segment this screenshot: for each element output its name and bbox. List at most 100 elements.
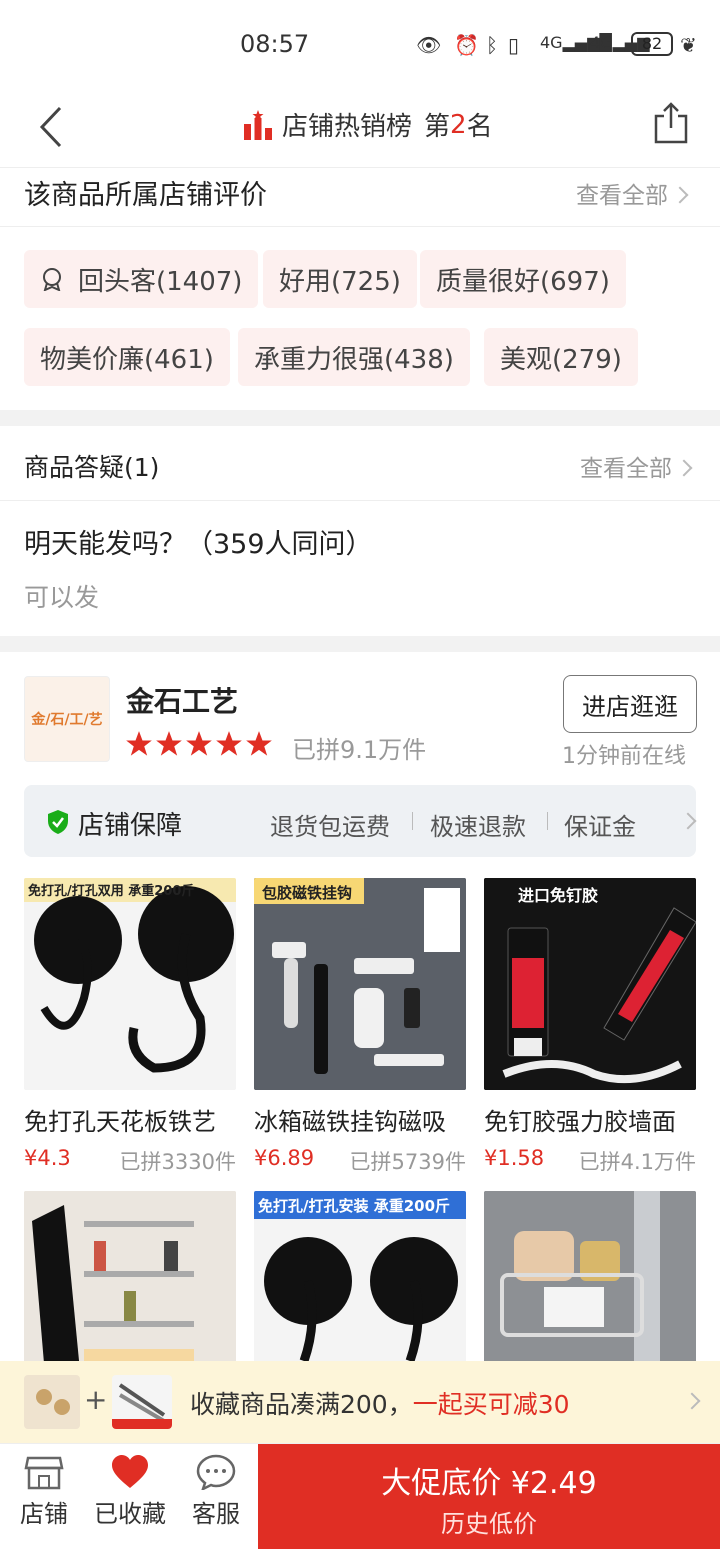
chevron-right-icon <box>671 186 689 204</box>
review-tag-label: 美观(279) <box>500 344 622 375</box>
store-online-status: 1分钟前在线 <box>562 744 686 769</box>
product-name: 冰箱磁铁挂钩磁吸 <box>254 1108 446 1136</box>
alarm-icon: ⏰ <box>454 33 479 57</box>
separator <box>412 812 413 830</box>
product-price: ¥4.3 <box>24 1146 71 1170</box>
product-image: 包胶磁铁挂钩 <box>254 878 466 1090</box>
guarantee-item: 退货包运费 <box>270 813 390 841</box>
product-banner: 进口免钉胶 <box>518 886 599 905</box>
bottom-action-bar: 店铺 已收藏 客服 大促底价 ¥2.49 历史低价 <box>0 1443 720 1549</box>
battery-icon: 82 <box>631 32 673 56</box>
enter-store-button[interactable]: 进店逛逛 <box>563 675 697 733</box>
promo-highlight: 一起买可减30 <box>412 1390 570 1419</box>
store-rating-stars <box>124 730 274 758</box>
review-tag-label: 承重力很强(438) <box>254 344 454 375</box>
reviews-view-all-label: 查看全部 <box>576 183 668 209</box>
favorite-tab-label: 已收藏 <box>94 1500 166 1528</box>
vibrate-icon: ▯ <box>508 33 520 57</box>
rank-suffix: 名 <box>466 112 493 142</box>
bluetooth-icon: ᛒ <box>486 33 498 57</box>
qa-answer: 可以发 <box>24 583 100 612</box>
chevron-right-icon <box>683 1392 701 1410</box>
plus-icon: + <box>84 1383 108 1416</box>
store-guarantee-bar[interactable]: 店铺保障 退货包运费 极速退款 保证金 <box>24 785 697 857</box>
star-icon <box>216 731 242 756</box>
store-tab-label: 店铺 <box>20 1500 68 1528</box>
section-divider <box>0 636 720 652</box>
store-name[interactable]: 金石工艺 <box>126 680 238 720</box>
rank-title[interactable]: 店铺热销榜 第2名 <box>244 106 493 143</box>
bundle-promo-bar[interactable]: + 收藏商品凑满200，一起买可减30 <box>0 1361 720 1443</box>
header: 店铺热销榜 第2名 <box>0 90 720 168</box>
promo-text: 收藏商品凑满200，一起买可减30 <box>190 1385 570 1421</box>
hook-image-icon <box>24 878 236 1073</box>
star-icon <box>126 731 152 756</box>
star-icon <box>156 731 182 756</box>
product-banner: 免打孔/打孔安装 承重200斤 <box>258 1197 451 1215</box>
status-bar: 08:57 👁 ⏰ ᛒ ▯ 4G▂▄▆█ 4G▂▄▆ 82 ❦ <box>0 0 720 90</box>
heart-icon <box>112 1455 148 1488</box>
chat-icon <box>196 1454 236 1490</box>
product-name: 免钉胶强力胶墙面 <box>484 1108 676 1136</box>
buy-button-subtitle: 历史低价 <box>441 1510 537 1538</box>
rank-label: 店铺热销榜 <box>282 112 413 142</box>
store-logo-text: 金/石/工/艺 <box>31 712 103 728</box>
qa-view-all-link[interactable]: 查看全部 <box>580 449 693 483</box>
rank-chart-icon <box>244 109 272 140</box>
review-tag[interactable]: 回头客(1407) <box>24 250 259 308</box>
review-tag-label: 好用(725) <box>279 266 401 297</box>
product-price: ¥1.58 <box>484 1146 545 1170</box>
share-icon[interactable] <box>652 102 690 144</box>
review-tag-label: 质量很好(697) <box>436 266 610 297</box>
buy-button-price: 大促底价 ¥2.49 <box>381 1466 597 1501</box>
chevron-right-icon <box>675 459 693 477</box>
product-sold: 已拼5739件 <box>349 1150 466 1174</box>
qa-question[interactable]: 明天能发吗？（359人同问） <box>24 522 373 561</box>
review-tag-label: 物美价廉(461) <box>40 344 214 375</box>
product-banner: 包胶磁铁挂钩 <box>262 884 353 902</box>
star-icon <box>246 731 272 756</box>
product-banner: 免打孔/打孔双用 承重200斤 <box>28 884 195 899</box>
product-price: ¥6.89 <box>254 1146 315 1170</box>
product-thumbnail <box>112 1375 172 1429</box>
shield-check-icon <box>48 810 68 834</box>
rank-number: 2 <box>450 109 467 140</box>
separator <box>547 812 548 830</box>
review-tag[interactable]: 美观(279) <box>484 328 638 386</box>
guarantee-item: 极速退款 <box>430 813 526 841</box>
chevron-right-icon <box>679 812 697 830</box>
leaf-icon: ❦ <box>680 33 697 57</box>
guarantee-item: 保证金 <box>564 813 636 841</box>
reviews-view-all-link[interactable]: 查看全部 <box>576 176 689 210</box>
back-icon[interactable] <box>34 104 74 150</box>
favorite-tab[interactable]: 已收藏 <box>90 1454 170 1529</box>
service-tab-label: 客服 <box>192 1500 240 1528</box>
product-thumbnail <box>24 1375 80 1429</box>
store-logo[interactable]: 金/石/工/艺 <box>24 676 110 762</box>
product-sold: 已拼3330件 <box>119 1150 236 1174</box>
qa-title: 商品答疑(1) <box>24 453 160 482</box>
divider-line <box>0 226 720 227</box>
buy-button[interactable]: 大促底价 ¥2.49 历史低价 <box>258 1444 720 1549</box>
review-tag[interactable]: 质量很好(697) <box>420 250 626 308</box>
promo-main-text: 收藏商品凑满200， <box>190 1390 413 1419</box>
review-tag[interactable]: 承重力很强(438) <box>238 328 470 386</box>
reviews-title: 该商品所属店铺评价 <box>24 180 267 211</box>
product-image: 免打孔/打孔双用 承重200斤 <box>24 878 236 1090</box>
review-tag[interactable]: 物美价廉(461) <box>24 328 230 386</box>
guarantee-title: 店铺保障 <box>78 811 183 841</box>
product-image: 进口免钉胶 <box>484 878 696 1090</box>
review-tag[interactable]: 好用(725) <box>263 250 417 308</box>
store-icon <box>24 1456 64 1490</box>
store-tab[interactable]: 店铺 <box>4 1454 84 1529</box>
badge-icon <box>43 268 61 291</box>
eye-icon: 👁 <box>416 33 442 57</box>
glue-tube-image-icon <box>484 878 696 1090</box>
product-sold: 已拼4.1万件 <box>578 1150 696 1174</box>
section-divider <box>0 410 720 426</box>
magnet-hook-image-icon <box>254 878 466 1090</box>
rank-prefix: 第 <box>424 112 451 142</box>
qa-view-all-label: 查看全部 <box>580 456 672 482</box>
store-sold-count: 已拼9.1万件 <box>292 736 427 764</box>
service-tab[interactable]: 客服 <box>176 1454 256 1529</box>
